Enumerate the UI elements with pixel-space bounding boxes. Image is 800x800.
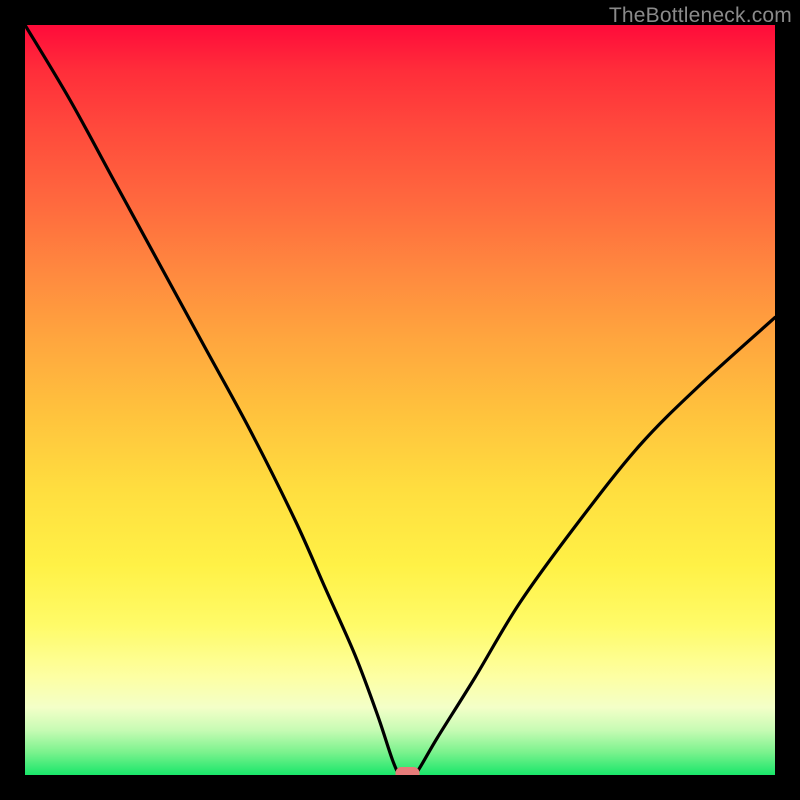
- watermark-text: TheBottleneck.com: [609, 4, 792, 28]
- bottleneck-curve: [25, 25, 775, 775]
- plot-area: [25, 25, 775, 775]
- chart-stage: TheBottleneck.com: [0, 0, 800, 800]
- optimal-marker: [396, 767, 420, 775]
- curve-svg: [25, 25, 775, 775]
